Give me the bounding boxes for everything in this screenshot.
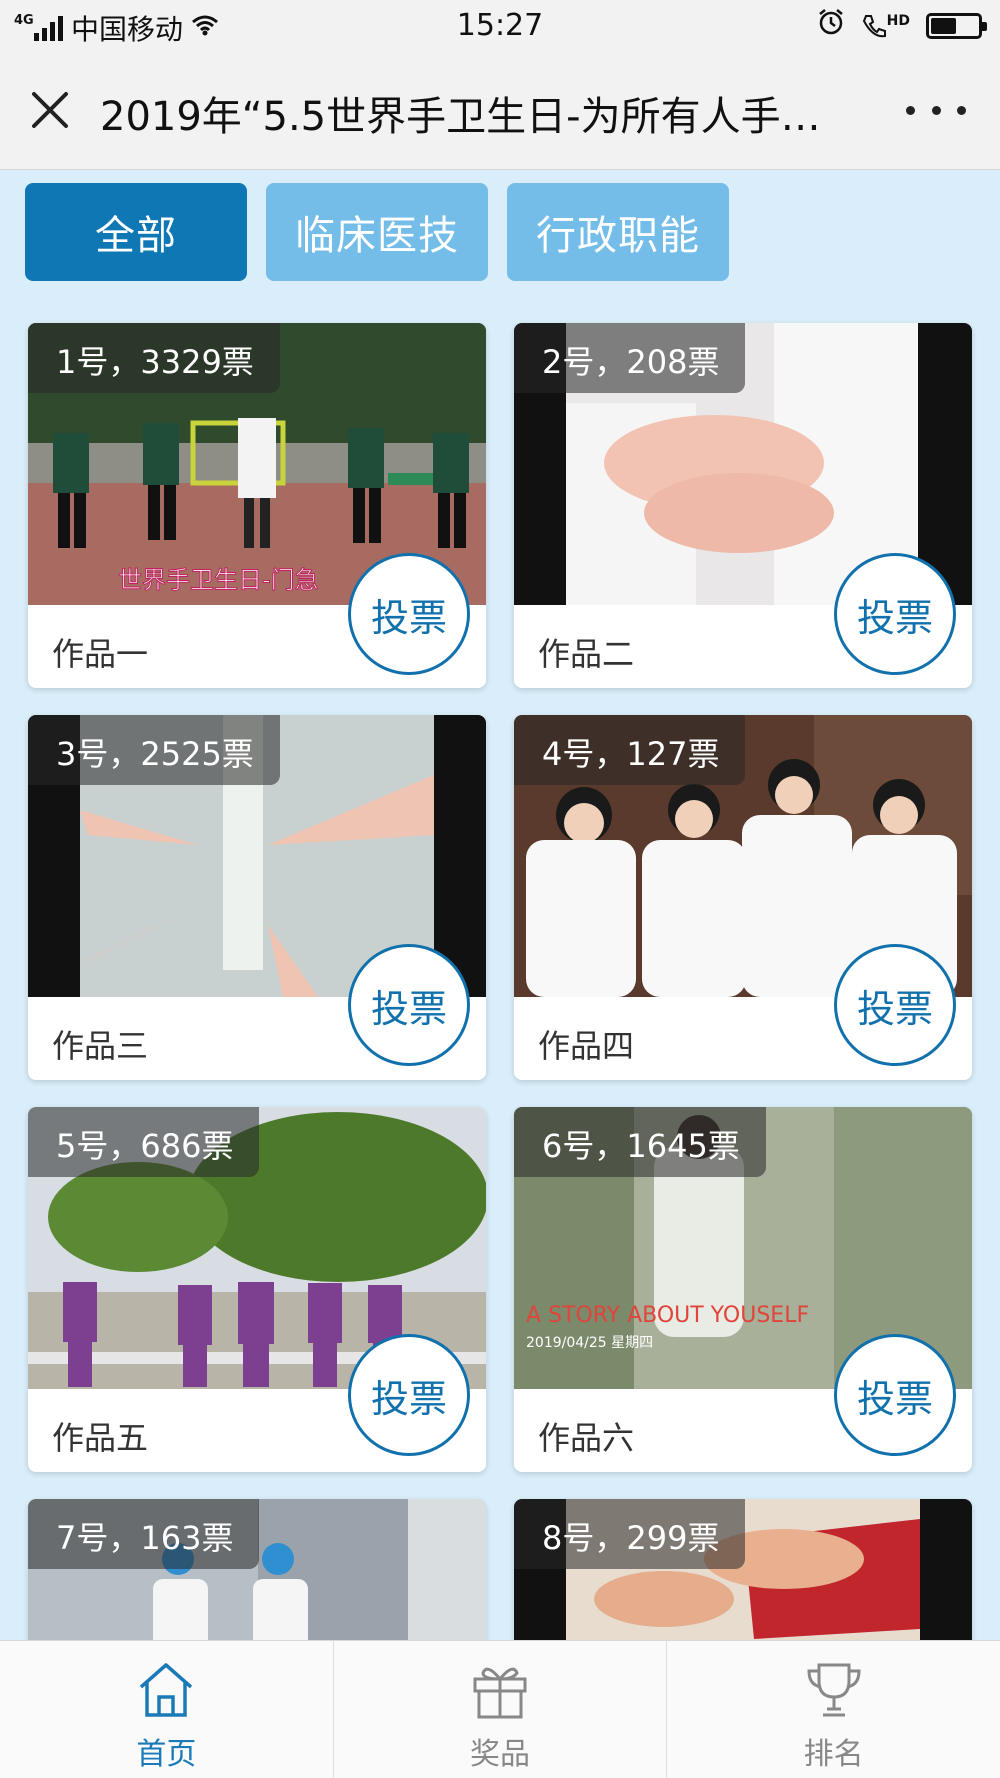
tab-all[interactable]: 全部 (25, 183, 247, 281)
bottom-navigation: 首页 奖品 排名 (0, 1640, 1000, 1778)
vote-count-badge: 6号，1645票 (514, 1107, 766, 1177)
thumbnail-caption: A STORY ABOUT YOUSELF (526, 1303, 809, 1328)
nav-prizes[interactable]: 奖品 (332, 1641, 667, 1778)
entry-name: 作品二 (538, 635, 635, 673)
entry-name: 作品四 (538, 1027, 635, 1065)
vote-count-badge: 7号，163票 (28, 1499, 260, 1569)
vote-button[interactable]: 投票 (348, 553, 470, 675)
hd-call-icon: HD (861, 13, 910, 39)
vote-button[interactable]: 投票 (834, 1334, 956, 1456)
nav-home-label: 首页 (136, 1737, 197, 1772)
status-bar: 4G 中国移动 15:27 HD (0, 0, 1000, 52)
battery-icon (926, 12, 987, 39)
close-icon (32, 92, 68, 128)
tab-administrative[interactable]: 行政职能 (507, 183, 729, 281)
more-options-button[interactable] (906, 90, 966, 130)
entry-name: 作品三 (52, 1027, 149, 1065)
vote-count-badge: 2号，208票 (514, 323, 746, 393)
vote-button[interactable]: 投票 (834, 944, 956, 1066)
category-filters: 全部 临床医技 行政职能 (25, 183, 729, 281)
nav-home[interactable]: 首页 (0, 1641, 333, 1778)
nav-ranking-label: 排名 (803, 1737, 864, 1772)
vote-count-badge: 1号，3329票 (28, 323, 280, 393)
page-title: 2019年“5.5世界手卫生日-为所有人手… (100, 94, 821, 140)
close-button[interactable] (22, 82, 78, 138)
title-bar: 2019年“5.5世界手卫生日-为所有人手… (0, 52, 1000, 170)
vote-count-badge: 8号，299票 (514, 1499, 746, 1569)
thumbnail-caption: 世界手卫生日-门急 (118, 566, 319, 594)
vote-count-badge: 4号，127票 (514, 715, 746, 785)
nav-prizes-label: 奖品 (470, 1737, 530, 1772)
vote-count-badge: 5号，686票 (28, 1107, 260, 1177)
alarm-icon (817, 8, 845, 43)
trophy-icon (807, 1663, 861, 1717)
vote-button[interactable]: 投票 (348, 1334, 470, 1456)
thumbnail-date: 2019/04/25 星期四 (526, 1335, 653, 1351)
entry-name: 作品六 (538, 1419, 635, 1457)
entry-name: 作品五 (52, 1419, 149, 1457)
gift-icon (473, 1667, 527, 1719)
hd-label: HD (886, 12, 910, 29)
vote-count-badge: 3号，2525票 (28, 715, 280, 785)
tab-clinical-medical-tech[interactable]: 临床医技 (266, 183, 488, 281)
vote-button[interactable]: 投票 (834, 553, 956, 675)
entry-name: 作品一 (52, 635, 149, 673)
vote-button[interactable]: 投票 (348, 944, 470, 1066)
home-icon (140, 1663, 193, 1717)
nav-ranking[interactable]: 排名 (666, 1641, 1000, 1778)
